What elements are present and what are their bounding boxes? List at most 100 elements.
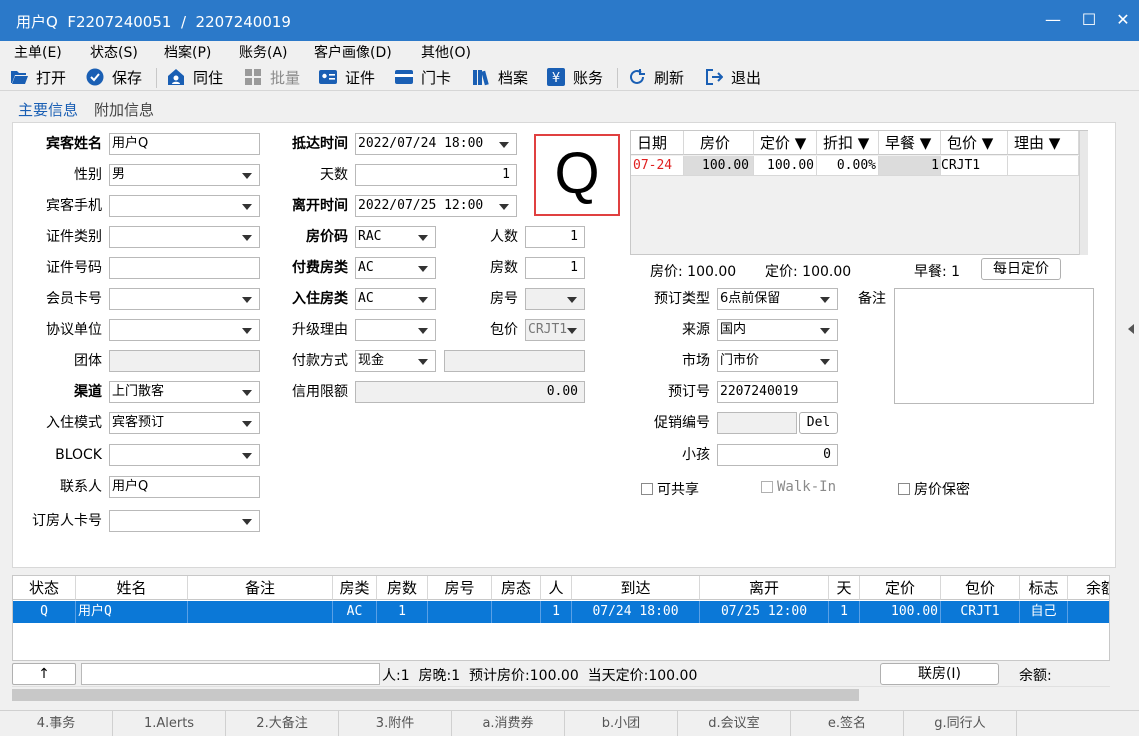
market-select[interactable]: 门市价 [717,350,838,372]
link-room-button[interactable]: 联房(I) [880,663,999,685]
grid-header-breakfast[interactable]: 早餐 ▼ [879,131,941,155]
departure-datetime[interactable]: 2022/07/25 12:00 [355,195,517,217]
contact-input[interactable]: 用户Q [109,476,260,498]
id-no-input[interactable] [109,257,260,279]
list-header-package[interactable]: 包价 [941,576,1020,600]
table-row[interactable]: Q 用户Q AC 1 1 07/24 18:00 07/25 12:00 1 1… [13,601,1109,623]
list-header-name[interactable]: 姓名 [76,576,188,600]
bottom-tab-signature[interactable]: e.签名 [791,711,904,736]
archive-button[interactable]: 档案 [472,65,528,89]
maximize-button[interactable]: ☐ [1076,8,1102,32]
room-no-select[interactable] [525,288,585,310]
id-type-select[interactable] [109,226,260,248]
list-header-departure[interactable]: 离开 [700,576,829,600]
list-header-room-state[interactable]: 房态 [492,576,541,600]
grid-header-discount[interactable]: 折扣 ▼ [817,131,879,155]
collapse-handle-icon[interactable] [1128,324,1134,334]
daily-rate-button[interactable]: 每日定价 [981,258,1061,280]
checkin-mode-select[interactable]: 宾客预订 [109,412,260,434]
booker-card-select[interactable] [109,510,260,532]
grid-cell-room-rate[interactable]: 100.00 [684,156,754,176]
grid-header-set-rate[interactable]: 定价 ▼ [754,131,817,155]
list-header-status[interactable]: 状态 [13,576,76,600]
hscroll-thumb[interactable] [12,689,859,701]
list-header-set-rate[interactable]: 定价 [860,576,941,600]
promo-delete-button[interactable]: Del [799,412,838,434]
block-select[interactable] [109,444,260,466]
shareable-checkbox[interactable]: 可共享 [641,479,699,499]
bottom-tab-meeting-room[interactable]: d.会议室 [678,711,791,736]
exit-button[interactable]: 退出 [705,65,761,89]
list-header-flag[interactable]: 标志 [1020,576,1068,600]
grid-cell-breakfast[interactable]: 1 [879,156,941,176]
grid-cell-discount[interactable]: 0.00% [817,156,879,176]
bottom-tab-attachments[interactable]: 3.附件 [339,711,452,736]
upgrade-select[interactable] [355,319,436,341]
persons-input[interactable]: 1 [525,226,585,248]
member-select[interactable] [109,288,260,310]
tab-main-info[interactable]: 主要信息 [18,99,78,120]
up-button[interactable]: ↑ [12,663,76,685]
list-header-persons[interactable]: 人 [541,576,572,600]
grid-header-date[interactable]: 日期 [631,131,684,155]
guest-name-input[interactable]: 用户Q [109,133,260,155]
arrival-datetime[interactable]: 2022/07/24 18:00 [355,133,517,155]
list-header-room-no[interactable]: 房号 [428,576,492,600]
list-header-room-type[interactable]: 房类 [333,576,377,600]
door-card-button[interactable]: 门卡 [395,65,451,89]
gender-select[interactable]: 男 [109,164,260,186]
agreement-select[interactable] [109,319,260,341]
cohabit-button[interactable]: 同住 [167,65,223,89]
id-card-button[interactable]: 证件 [319,65,375,89]
grid-cell-date[interactable]: 07-24 [631,156,684,176]
batch-button[interactable]: 批量 [244,65,300,89]
list-header-remark[interactable]: 备注 [188,576,333,600]
save-button[interactable]: 保存 [86,65,142,89]
phone-select[interactable] [109,195,260,217]
pay-room-select[interactable]: AC [355,257,436,279]
rate-secret-checkbox[interactable]: 房价保密 [898,479,970,499]
bottom-tab-affairs[interactable]: 4.事务 [0,711,113,736]
bottom-tab-vouchers[interactable]: a.消费券 [452,711,565,736]
grid-cell-package[interactable]: CRJT1 [941,156,1008,176]
grid-vscroll[interactable] [1079,131,1088,255]
grid-header-room-rate[interactable]: 房价 [684,131,754,155]
list-header-days[interactable]: 天 [829,576,860,600]
menu-status[interactable]: 状态(S) [90,42,138,62]
child-input[interactable]: 0 [717,444,838,466]
bottom-tab-alerts[interactable]: 1.Alerts [113,711,226,736]
remark-textarea[interactable] [894,288,1094,404]
package-select[interactable]: CRJT1 [525,319,585,341]
menu-archive[interactable]: 档案(P) [164,42,211,62]
tab-extra-info[interactable]: 附加信息 [94,99,154,120]
refresh-button[interactable]: 刷新 [628,65,684,89]
menu-customer-profile[interactable]: 客户画像(D) [314,42,392,62]
list-header-arrival[interactable]: 到达 [572,576,700,600]
minimize-button[interactable]: — [1040,8,1066,32]
list-hscroll[interactable] [12,686,1110,702]
rooms-input[interactable]: 1 [525,257,585,279]
days-input[interactable]: 1 [355,164,517,186]
walkin-checkbox[interactable]: Walk-In [761,479,836,495]
grid-header-package[interactable]: 包价 ▼ [941,131,1008,155]
menu-order[interactable]: 主单(E) [14,42,62,62]
checkin-room-select[interactable]: AC [355,288,436,310]
promo-input[interactable] [717,412,797,434]
grid-header-reason[interactable]: 理由 ▼ [1008,131,1079,155]
grid-cell-reason[interactable] [1008,156,1079,176]
bottom-tab-big-remark[interactable]: 2.大备注 [226,711,339,736]
rate-code-select[interactable]: RAC [355,226,436,248]
list-header-balance[interactable]: 余额 [1068,576,1109,600]
grid-cell-set-rate[interactable]: 100.00 [754,156,817,176]
bottom-tab-companions[interactable]: g.同行人 [904,711,1017,736]
open-button[interactable]: 打开 [10,65,66,89]
pay-method-select[interactable]: 现金 [355,350,436,372]
list-header-rooms[interactable]: 房数 [377,576,428,600]
booking-no-input[interactable]: 2207240019 [717,381,838,403]
close-button[interactable]: ✕ [1110,8,1136,32]
booking-type-select[interactable]: 6点前保留 [717,288,838,310]
channel-select[interactable]: 上门散客 [109,381,260,403]
source-select[interactable]: 国内 [717,319,838,341]
menu-account[interactable]: 账务(A) [239,42,288,62]
menu-other[interactable]: 其他(O) [421,42,471,62]
